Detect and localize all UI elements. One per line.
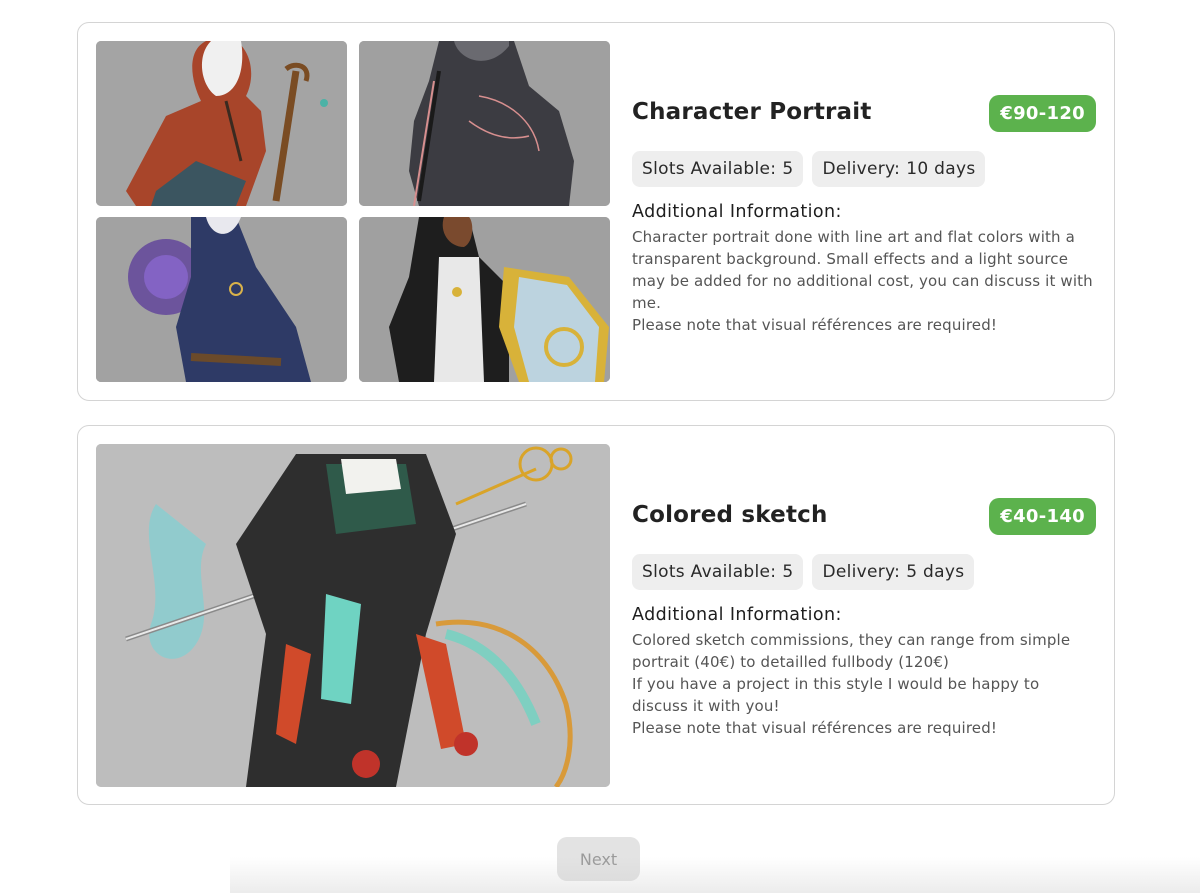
commission-chips: Slots Available: 5 Delivery: 5 days xyxy=(632,554,975,590)
additional-info-text: Character portrait done with line art an… xyxy=(632,228,1093,334)
slots-available-chip: Slots Available: 5 xyxy=(632,151,804,187)
commission-page: Character Portrait €90-120 Slots Availab… xyxy=(0,0,1200,893)
delivery-value: 5 days xyxy=(906,562,965,582)
bottom-shadow xyxy=(230,857,1200,893)
gallery-image-mage-staff[interactable] xyxy=(96,41,347,206)
slots-available-chip: Slots Available: 5 xyxy=(632,554,804,590)
commission-card-colored-sketch: Colored sketch €40-140 Slots Available: 5… xyxy=(77,425,1115,805)
gallery-image-blue-mage[interactable] xyxy=(96,217,347,382)
price-badge: €90-120 xyxy=(989,95,1096,132)
next-button[interactable]: Next xyxy=(557,837,640,881)
commission-title: Character Portrait xyxy=(632,99,872,125)
slots-label: Slots Available: xyxy=(642,159,777,179)
commission-title: Colored sketch xyxy=(632,502,828,528)
commission-chips: Slots Available: 5 Delivery: 10 days xyxy=(632,151,986,187)
additional-info-heading: Additional Information: xyxy=(632,202,842,222)
gallery-image-colored-sketch[interactable] xyxy=(96,444,610,787)
gallery-image-paladin-shield[interactable] xyxy=(359,217,610,382)
additional-info-heading: Additional Information: xyxy=(632,605,842,625)
slots-value: 5 xyxy=(782,159,794,179)
delivery-value: 10 days xyxy=(906,159,976,179)
commission-info: Character Portrait €90-120 Slots Availab… xyxy=(632,23,1096,400)
price-badge: €40-140 xyxy=(989,498,1096,535)
additional-info-text: Colored sketch commissions, they can ran… xyxy=(632,631,1071,737)
slots-value: 5 xyxy=(782,562,794,582)
commission-card-character-portrait: Character Portrait €90-120 Slots Availab… xyxy=(77,22,1115,401)
delivery-label: Delivery: xyxy=(822,159,901,179)
portrait-gallery xyxy=(96,41,610,382)
slots-label: Slots Available: xyxy=(642,562,777,582)
delivery-label: Delivery: xyxy=(822,562,901,582)
delivery-chip: Delivery: 10 days xyxy=(812,151,986,187)
gallery-image-dark-warrior[interactable] xyxy=(359,41,610,206)
delivery-chip: Delivery: 5 days xyxy=(812,554,975,590)
commission-info: Colored sketch €40-140 Slots Available: 5… xyxy=(632,426,1096,804)
